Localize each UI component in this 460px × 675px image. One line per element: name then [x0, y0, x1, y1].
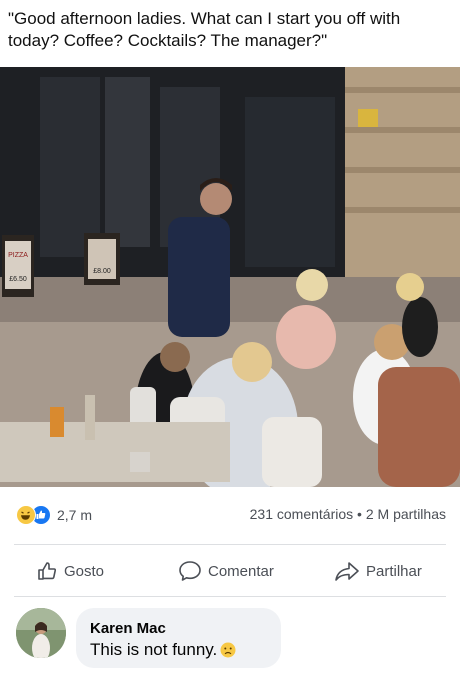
comment-body: This is not funny. [90, 640, 236, 660]
comment-author[interactable]: Karen Mac [90, 620, 166, 637]
share-button[interactable]: Partilhar [334, 560, 422, 582]
thumbs-up-icon [38, 562, 57, 580]
action-bar: Gosto Comentar Partilhar [0, 548, 460, 592]
comments-shares[interactable]: 231 comentários • 2 M partilhas [250, 506, 446, 522]
comment-bubble-icon [179, 561, 201, 581]
reactions-summary[interactable]: 2,7 m [16, 505, 92, 525]
post-text: "Good afternoon ladies. What can I start… [8, 9, 401, 50]
divider [14, 596, 446, 597]
shares-count[interactable]: 2 M partilhas [366, 506, 446, 522]
comment-item: Karen Mac This is not funny. [0, 600, 460, 675]
sign-pizza: PIZZA [8, 252, 28, 259]
share-label: Partilhar [366, 562, 422, 580]
sign-price-mid: £8.00 [93, 268, 111, 275]
like-label: Gosto [64, 562, 105, 580]
post-stats: 2,7 m 231 comentários • 2 M partilhas [0, 487, 460, 541]
comment-text: This is not funny. [90, 640, 218, 659]
comments-count[interactable]: 231 comentários [250, 506, 354, 522]
frowning-face-icon [220, 642, 236, 658]
comment-button[interactable]: Comentar [178, 560, 274, 582]
sign-price-left: £6.50 [9, 276, 27, 283]
divider [14, 544, 446, 545]
comment-bubble[interactable]: Karen Mac This is not funny. [76, 608, 281, 668]
avatar[interactable] [16, 608, 66, 658]
comment-label: Comentar [208, 562, 274, 580]
stats-separator: • [357, 506, 362, 522]
haha-icon [16, 505, 36, 525]
share-arrow-icon [335, 562, 359, 581]
like-button[interactable]: Gosto [36, 560, 104, 582]
post-photo[interactable]: PIZZA £6.50 £8.00 [0, 67, 460, 487]
reaction-count: 2,7 m [57, 507, 93, 523]
